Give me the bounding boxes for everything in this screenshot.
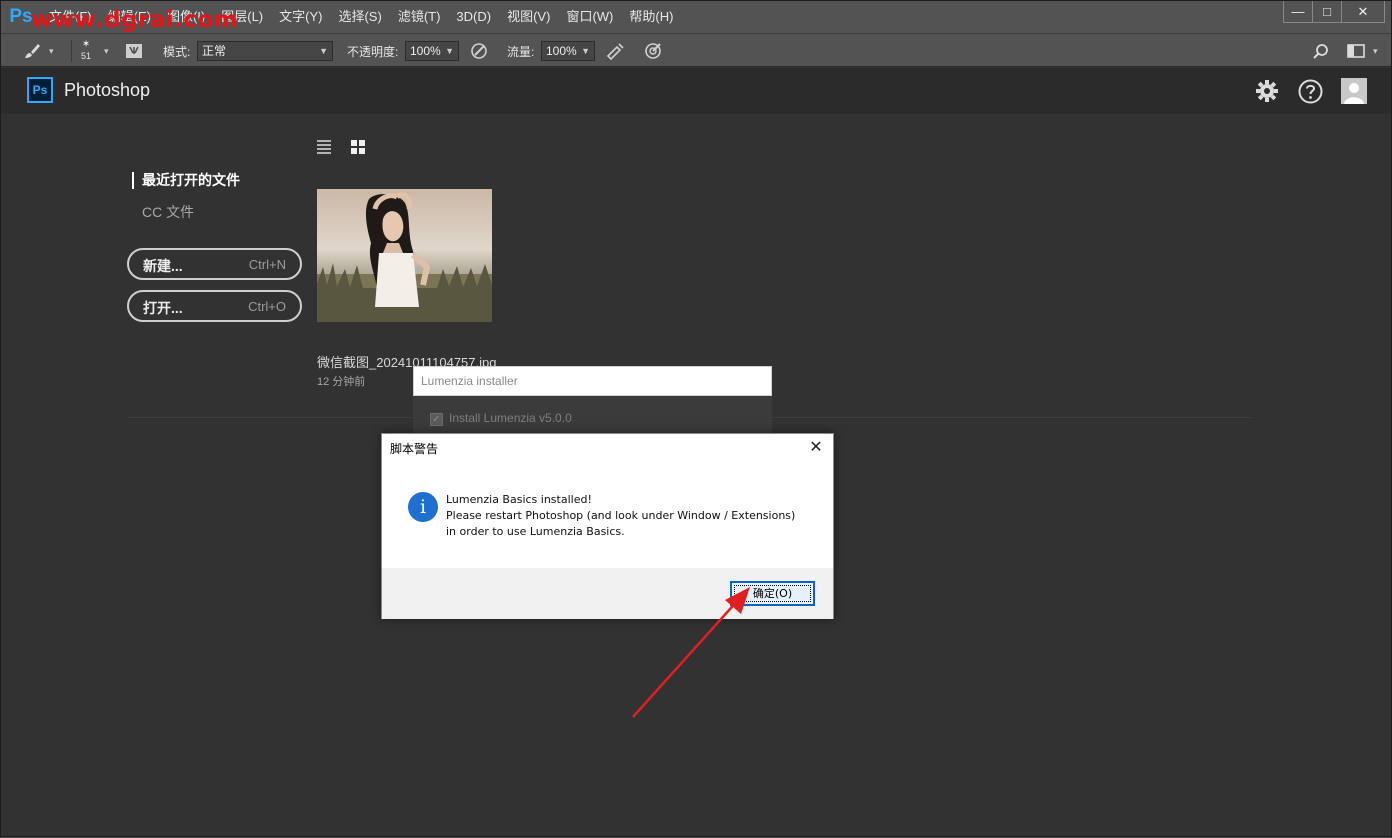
brush-preset-picker[interactable]: ✶ 51: [81, 34, 91, 68]
dialog-message: Lumenzia Basics installed! Please restar…: [446, 492, 806, 540]
gear-icon[interactable]: [1254, 78, 1280, 104]
mode-label: 模式:: [163, 44, 191, 59]
chevron-down-icon: ▼: [581, 46, 590, 56]
new-button[interactable]: 新建... Ctrl+N: [127, 248, 302, 280]
script-alert-dialog: 脚本警告 ✕ i Lumenzia Basics installed! Plea…: [381, 433, 834, 619]
close-icon[interactable]: ✕: [807, 438, 825, 456]
menu-window[interactable]: 窗口(W): [558, 1, 621, 33]
dialog-message-line1: Lumenzia Basics installed!: [446, 493, 592, 506]
flow-input[interactable]: 100% ▼: [541, 41, 595, 61]
app-title: Photoshop: [64, 80, 151, 100]
opacity-input[interactable]: 100% ▼: [405, 41, 459, 61]
flow-value: 100%: [546, 44, 577, 58]
search-icon[interactable]: [1313, 34, 1329, 68]
workspace-icon[interactable]: ▾: [1347, 34, 1378, 68]
recent-file-thumbnail[interactable]: [317, 189, 492, 322]
brush-size-value: 51: [81, 51, 92, 61]
photoshop-window: Ps 文件(F) 编辑(E) 图像(I) 图层(L) 文字(Y) 选择(S) 滤…: [0, 0, 1392, 837]
restore-button[interactable]: □: [1312, 1, 1342, 23]
help-icon[interactable]: [1297, 78, 1323, 104]
menu-filter[interactable]: 滤镜(T): [390, 1, 449, 33]
open-shortcut: Ctrl+O: [248, 299, 286, 314]
opacity-label: 不透明度:: [347, 44, 399, 59]
chevron-down-icon: ▼: [319, 46, 328, 56]
photoshop-logo-icon: Ps: [27, 77, 53, 103]
list-view-icon[interactable]: [316, 139, 332, 155]
options-bar: ▾ ✶ 51 ▾ 模式: 正常 ▼ 不透明度: 100% ▼ 流量: 100% …: [1, 33, 1391, 67]
brush-tool-icon[interactable]: ▾: [23, 34, 54, 68]
open-button-label: 打开...: [143, 300, 183, 316]
grid-view-icon[interactable]: [350, 139, 366, 155]
mode-value: 正常: [202, 44, 227, 58]
flow-label: 流量:: [507, 44, 535, 59]
menu-help[interactable]: 帮助(H): [621, 1, 681, 33]
recent-file-time: 12 分钟前: [317, 376, 366, 388]
dialog-message-line2: Please restart Photoshop (and look under…: [446, 509, 796, 538]
new-button-label: 新建...: [143, 258, 183, 274]
open-button[interactable]: 打开... Ctrl+O: [127, 290, 302, 322]
close-window-button[interactable]: ✕: [1341, 1, 1385, 23]
chevron-down-icon[interactable]: ▾: [104, 34, 109, 68]
info-icon: i: [408, 492, 438, 522]
minimize-button[interactable]: —: [1283, 1, 1313, 23]
airbrush-icon[interactable]: [605, 34, 625, 68]
new-shortcut: Ctrl+N: [248, 257, 286, 272]
separator: [71, 40, 72, 62]
mode-select[interactable]: 正常 ▼: [197, 41, 333, 61]
watermark: www.dgrai.com: [31, 7, 239, 33]
nav-recent-files[interactable]: 最近打开的文件: [132, 172, 240, 189]
chevron-down-icon: ▼: [445, 46, 454, 56]
install-checkbox-label: Install Lumenzia v5.0.0: [449, 411, 572, 425]
menu-3d[interactable]: 3D(D): [448, 1, 499, 33]
lumenzia-title: Lumenzia installer: [413, 366, 772, 396]
opacity-value: 100%: [410, 44, 441, 58]
brush-settings-icon[interactable]: [125, 34, 143, 68]
dialog-title: 脚本警告: [390, 442, 439, 456]
home-header: Ps Photoshop: [1, 68, 1391, 114]
ok-button[interactable]: 确定(O): [730, 581, 815, 606]
nav-cc-files[interactable]: CC 文件: [142, 202, 194, 222]
menu-type[interactable]: 文字(Y): [271, 1, 330, 33]
dialog-footer: 确定(O): [382, 568, 833, 619]
menu-select[interactable]: 选择(S): [330, 1, 389, 33]
lumenzia-installer-panel: Lumenzia installer ✓ Install Lumenzia v5…: [413, 366, 772, 434]
pressure-size-icon[interactable]: [644, 34, 662, 68]
install-checkbox[interactable]: ✓: [430, 413, 443, 426]
pressure-opacity-icon[interactable]: [470, 34, 488, 68]
avatar[interactable]: [1341, 78, 1367, 104]
menu-view[interactable]: 视图(V): [499, 1, 558, 33]
